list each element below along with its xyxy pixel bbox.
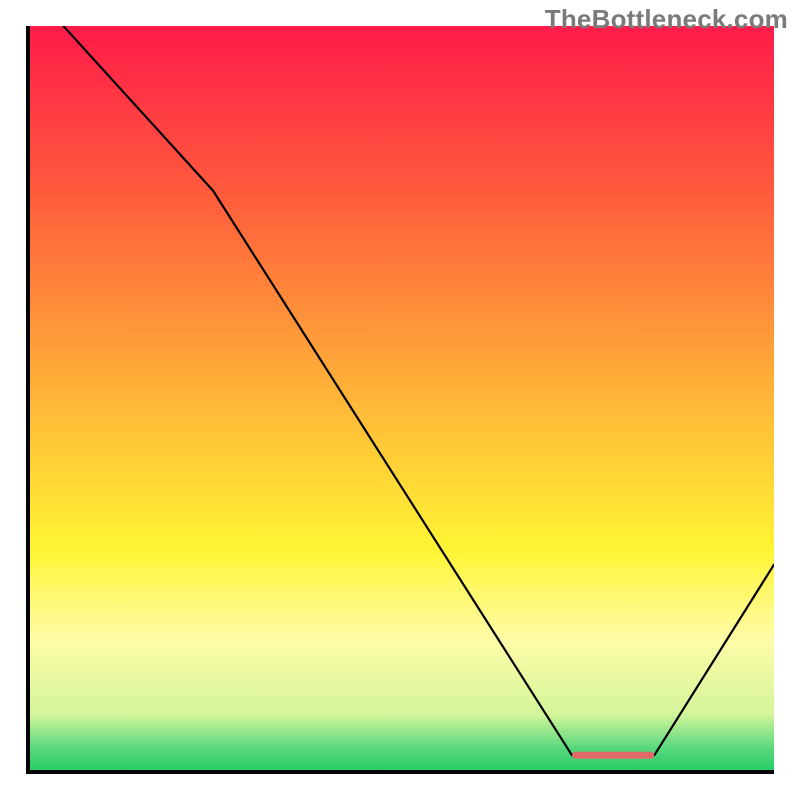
plot-background [26,26,774,774]
watermark-text: TheBottleneck.com [545,4,788,35]
bottleneck-chart [26,26,774,774]
chart-frame: TheBottleneck.com [0,0,800,800]
optimal-range-marker [572,752,654,759]
